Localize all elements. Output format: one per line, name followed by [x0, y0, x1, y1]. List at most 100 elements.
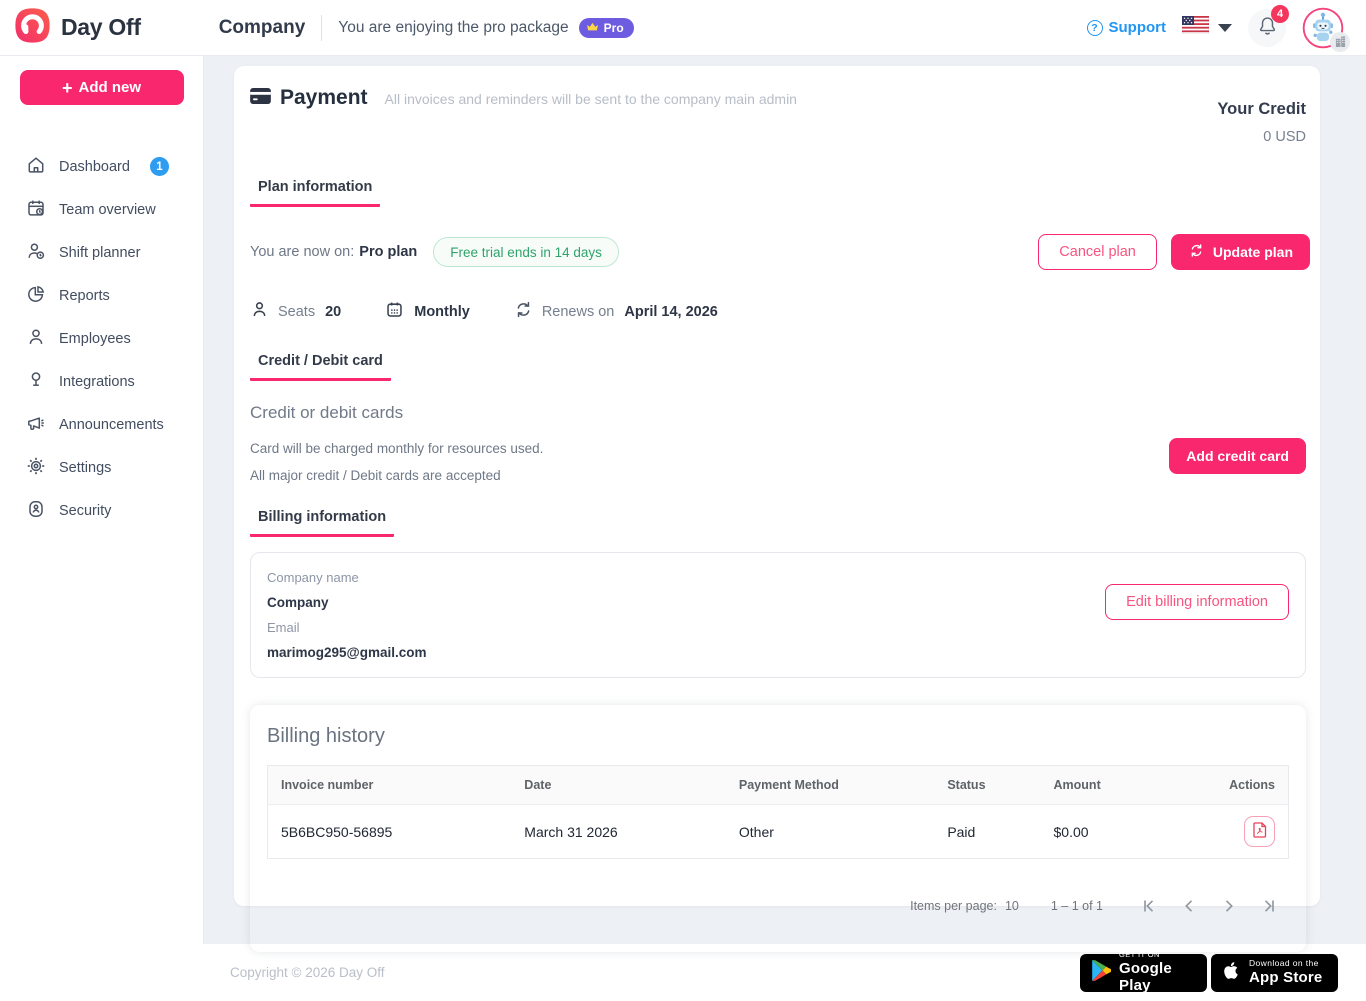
edit-billing-information-button[interactable]: Edit billing information — [1105, 584, 1289, 620]
pie-chart-icon — [26, 284, 46, 308]
payment-card: Payment All invoices and reminders will … — [234, 66, 1320, 913]
sidebar-item-label: Announcements — [59, 416, 164, 433]
sidebar-item-reports[interactable]: Reports — [0, 274, 203, 317]
col-date: Date — [511, 765, 726, 805]
sidebar-item-label: Settings — [59, 459, 112, 476]
billing-cycle-stat: Monthly — [385, 300, 470, 323]
copyright-text: Copyright © 2026 Day Off — [230, 965, 385, 980]
google-play-badge[interactable]: GET IT ON Google Play — [1080, 949, 1207, 994]
renews-stat: Renews on April 14, 2026 — [514, 300, 718, 323]
tab-credit-debit-card[interactable]: Credit / Debit card — [250, 353, 391, 381]
sidebar-item-team-overview[interactable]: Team overview — [0, 188, 203, 231]
plug-icon — [26, 370, 46, 394]
company-name-value: Company — [267, 595, 329, 610]
company-nav-label: Company — [218, 16, 306, 38]
app-store-bottom-text: App Store — [1249, 968, 1323, 986]
content-area: Payment All invoices and reminders will … — [204, 56, 1366, 944]
dashboard-count-badge: 1 — [149, 157, 169, 176]
swap-icon — [1188, 242, 1205, 262]
items-per-page-select[interactable]: 10 — [1005, 899, 1019, 913]
sidebar-item-label: Reports — [59, 287, 110, 304]
seats-person-icon — [250, 300, 269, 323]
add-credit-card-button[interactable]: Add credit card — [1169, 438, 1306, 474]
billing-history-card: Billing history Invoice number Date Paym… — [250, 705, 1306, 952]
sidebar-item-shift-planner[interactable]: Shift planner — [0, 231, 203, 274]
paginator: Items per page: 10 1 – 1 of 1 — [267, 886, 1289, 926]
pro-badge-label: Pro — [603, 20, 624, 35]
pro-badge: Pro — [578, 17, 634, 38]
renews-date: April 14, 2026 — [624, 303, 718, 320]
question-icon: ? — [1086, 19, 1103, 36]
credit-card-icon — [250, 87, 271, 109]
cards-heading: Credit or debit cards — [250, 403, 404, 422]
footer: Copyright © 2026 Day Off GET IT ON Googl… — [0, 944, 1366, 1001]
google-play-top-text: GET IT ON — [1119, 949, 1160, 959]
language-selector[interactable] — [1181, 15, 1232, 39]
col-invoice-number: Invoice number — [267, 765, 512, 805]
sidebar-item-employees[interactable]: Employees — [0, 317, 203, 360]
sidebar-item-label: Employees — [59, 330, 131, 347]
page-title: Payment — [280, 86, 368, 109]
crown-icon — [586, 21, 599, 35]
seats-stat: Seats 20 — [250, 300, 341, 323]
sidebar-item-security[interactable]: Security — [0, 489, 203, 532]
notification-count-badge: 4 — [1271, 4, 1289, 23]
calendar-small-icon — [385, 300, 404, 323]
date-cell: March 31 2026 — [511, 804, 726, 859]
cards-note-1: Card will be charged monthly for resourc… — [250, 441, 544, 456]
billing-history-title: Billing history — [267, 725, 385, 747]
your-credit-value: 0 USD — [1263, 129, 1306, 145]
sidebar: + Add new Dashboard 1 Team overview Shif… — [0, 56, 204, 944]
email-label: Email — [267, 620, 300, 635]
email-value: marimog295@gmail.com — [267, 645, 427, 660]
col-amount: Amount — [1040, 765, 1217, 805]
sidebar-item-label: Shift planner — [59, 244, 141, 261]
col-actions: Actions — [1216, 765, 1289, 805]
shield-icon — [26, 499, 46, 523]
sidebar-item-settings[interactable]: Settings — [0, 446, 203, 489]
cards-note-2: All major credit / Debit cards are accep… — [250, 468, 501, 483]
tab-billing-information[interactable]: Billing information — [250, 509, 395, 537]
google-play-icon — [1090, 959, 1112, 987]
table-header-row: Invoice number Date Payment Method Statu… — [267, 765, 1289, 805]
header-divider — [321, 14, 323, 41]
page-subtitle: All invoices and reminders will be sent … — [384, 90, 797, 107]
last-page-button[interactable] — [1249, 886, 1289, 926]
notifications-button[interactable]: 4 — [1248, 4, 1289, 47]
table-row: 5B6BC950-56895 March 31 2026 Other Paid … — [267, 804, 1289, 859]
col-payment-method: Payment Method — [725, 765, 935, 805]
download-pdf-button[interactable] — [1244, 816, 1275, 847]
app-store-badge[interactable]: Download on the App Store — [1211, 953, 1338, 992]
first-page-button[interactable] — [1129, 886, 1169, 926]
day-off-logo-icon — [14, 7, 51, 49]
sidebar-item-integrations[interactable]: Integrations — [0, 360, 203, 403]
top-header: Day Off Company You are enjoying the pro… — [0, 0, 1366, 56]
calendar-icon — [26, 198, 46, 222]
plus-icon: + — [61, 77, 73, 98]
home-icon — [26, 155, 46, 179]
add-new-button[interactable]: + Add new — [19, 70, 184, 105]
col-status: Status — [934, 765, 1041, 805]
logo-text: Day Off — [61, 14, 141, 40]
items-per-page-label: Items per page: — [910, 899, 997, 913]
sidebar-item-label: Integrations — [59, 373, 135, 390]
sidebar-item-dashboard[interactable]: Dashboard 1 — [0, 145, 203, 188]
cancel-plan-button[interactable]: Cancel plan — [1038, 234, 1157, 270]
sidebar-item-label: Dashboard — [59, 158, 130, 175]
update-plan-button[interactable]: Update plan — [1170, 234, 1310, 270]
billing-history-table: Invoice number Date Payment Method Statu… — [267, 765, 1289, 859]
previous-page-button[interactable] — [1169, 886, 1209, 926]
company-name-label: Company name — [267, 570, 359, 585]
now-on-label: You are now on: — [250, 244, 355, 260]
app-logo[interactable]: Day Off — [14, 7, 141, 49]
tab-plan-information[interactable]: Plan information — [250, 179, 381, 207]
account-avatar[interactable] — [1302, 7, 1350, 52]
refresh-icon — [514, 300, 533, 323]
support-link[interactable]: ? Support — [1086, 19, 1166, 36]
next-page-button[interactable] — [1209, 886, 1249, 926]
your-credit-title: Your Credit — [1217, 100, 1306, 118]
renews-label: Renews on — [541, 303, 615, 320]
company-building-icon — [1330, 31, 1350, 52]
billing-information-box: Company name Company Email marimog295@gm… — [250, 552, 1306, 678]
sidebar-item-announcements[interactable]: Announcements — [0, 403, 203, 446]
